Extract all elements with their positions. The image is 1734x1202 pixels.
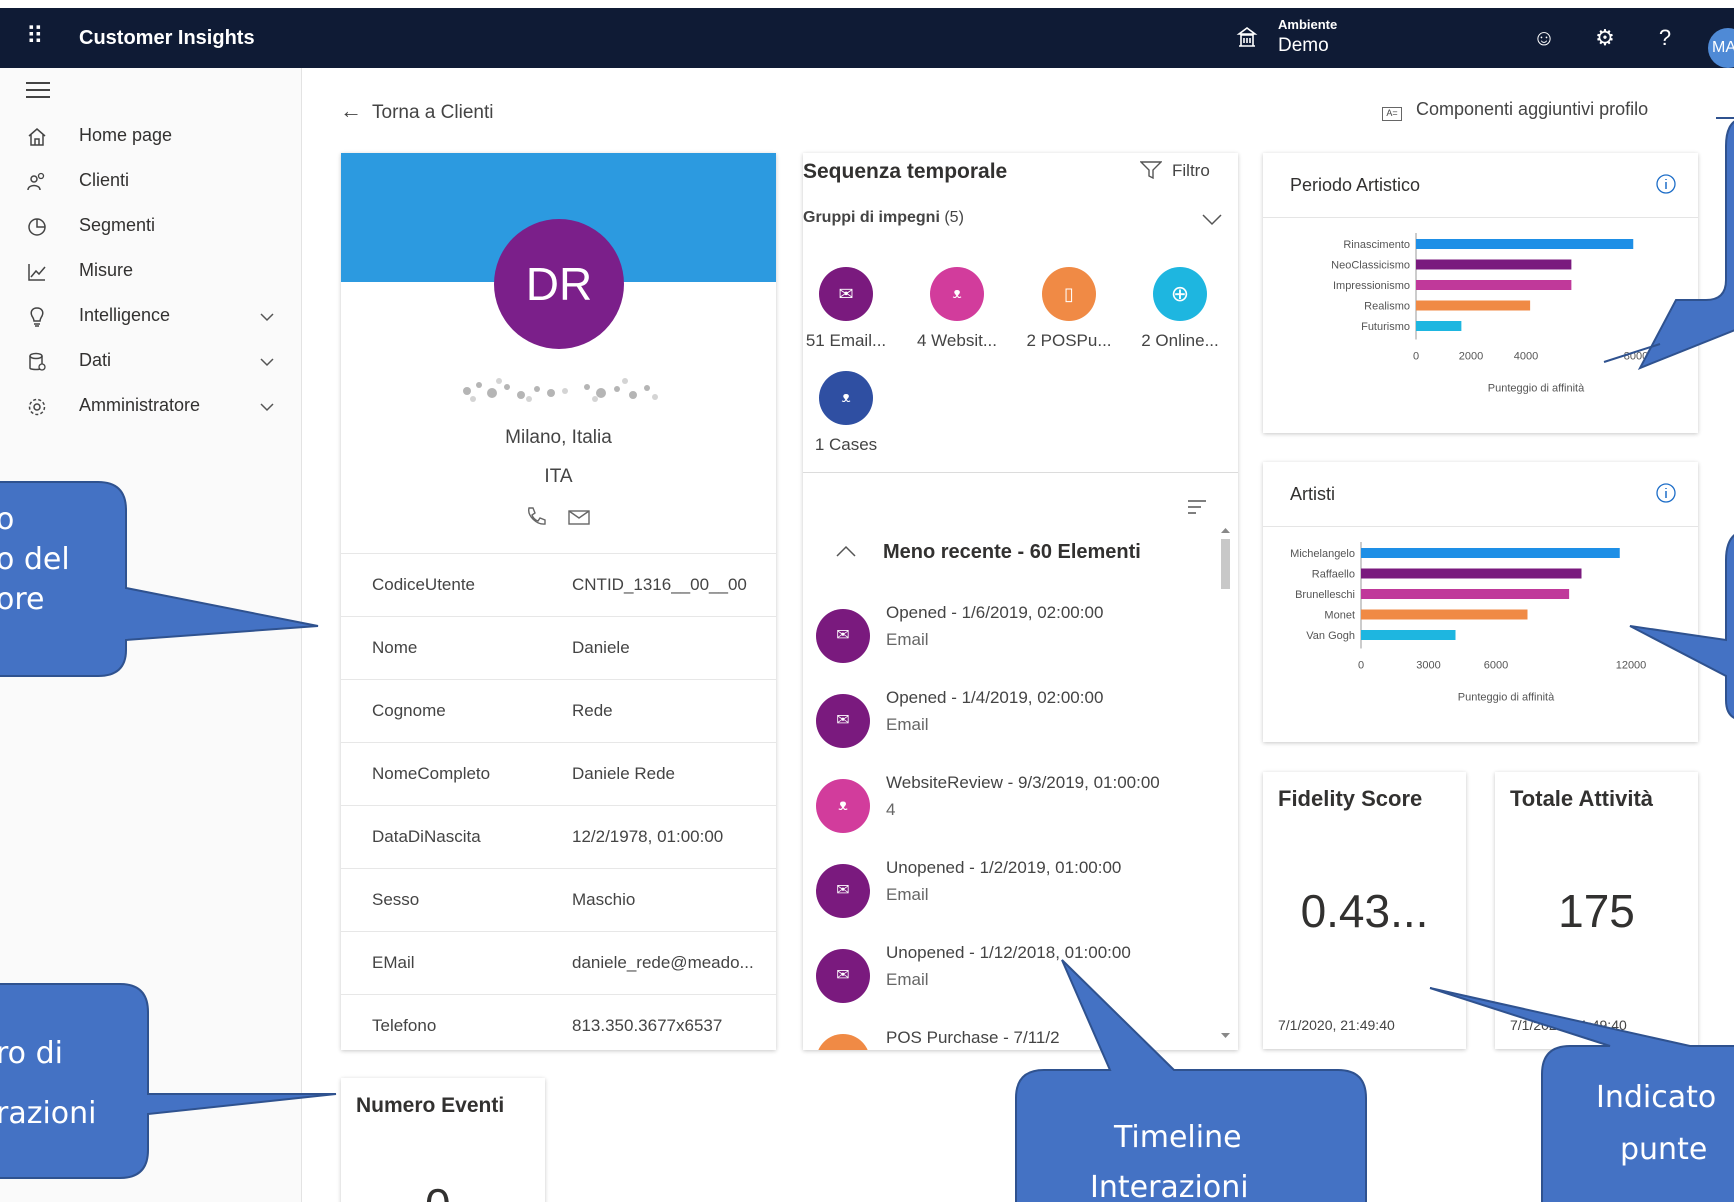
callout-right-middle <box>1629 534 1734 719</box>
callout-text-line: Interazioni <box>1090 1170 1249 1202</box>
callout-text-line: ro di <box>0 1036 63 1071</box>
callout-text-line: razioni <box>0 1096 97 1131</box>
callout-right-top <box>1637 117 1734 370</box>
callout-text-line: Timeline <box>1114 1120 1242 1155</box>
callout-text-line: o del <box>0 542 70 577</box>
callout-left-lower <box>0 983 337 1179</box>
callout-text-line: ore <box>0 582 45 617</box>
callout-timeline <box>1015 959 1367 1202</box>
callout-text-line: Indicato <box>1596 1080 1717 1115</box>
callout-text-line: punte <box>1620 1132 1708 1167</box>
callout-text-line: o <box>0 502 15 537</box>
annotation-callouts <box>0 117 1734 1202</box>
